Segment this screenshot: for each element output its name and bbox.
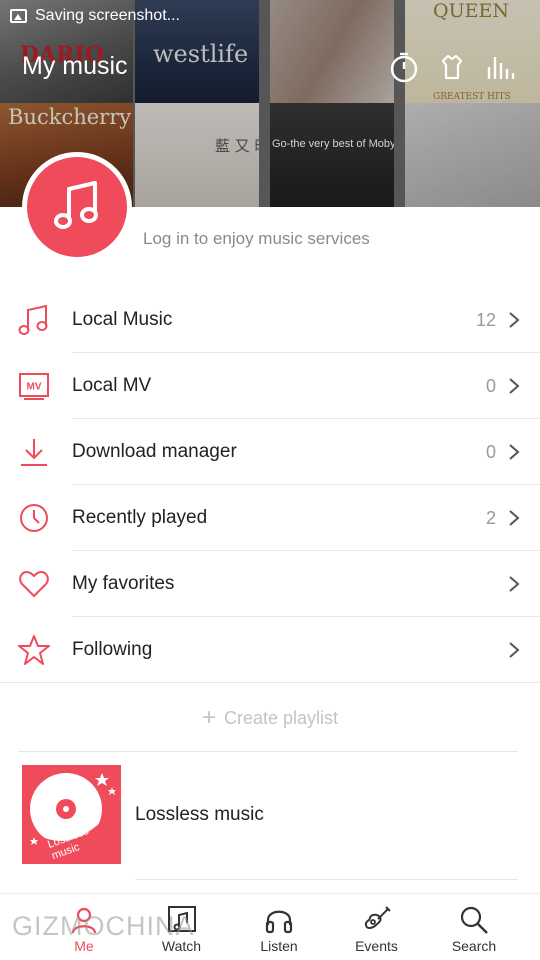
tab-search[interactable]: Search <box>428 894 520 960</box>
menu-item-label: Recently played <box>72 507 208 528</box>
tab-label: Events <box>355 938 398 954</box>
chevron-right-icon <box>508 575 540 593</box>
playlist-cover: Lossless music <box>22 765 121 864</box>
playlist-label: Lossless music <box>135 803 264 825</box>
tab-label: Search <box>451 938 497 954</box>
divider <box>135 879 518 880</box>
watermark: GIZMOCHINA <box>12 911 195 941</box>
timer-icon[interactable] <box>388 50 420 84</box>
menu-item-count: 0 <box>485 441 496 462</box>
menu-item-count: 2 <box>485 507 496 528</box>
menu-item-local-mv[interactable]: MV Local MV 0 <box>0 353 540 419</box>
top-actions <box>388 50 516 84</box>
music-note-icon <box>54 181 98 229</box>
menu-item-label: My favorites <box>72 573 175 594</box>
headphones-icon <box>264 902 294 938</box>
menu-item-label: Download manager <box>72 441 237 462</box>
tab-listen[interactable]: Listen <box>233 894 325 960</box>
equalizer-icon[interactable] <box>484 50 516 84</box>
svg-text:MV: MV <box>27 382 42 393</box>
chevron-right-icon <box>508 641 540 659</box>
image-icon <box>10 9 27 23</box>
menu-item-label: Following <box>72 639 153 660</box>
music-note-icon <box>0 287 72 353</box>
chevron-right-icon <box>508 443 540 461</box>
chevron-right-icon <box>508 377 540 395</box>
menu-item-count: 12 <box>475 309 496 330</box>
search-icon <box>459 902 489 938</box>
chevron-right-icon <box>508 509 540 527</box>
create-playlist-label: Create playlist <box>223 707 339 728</box>
menu-item-download-manager[interactable]: Download manager 0 <box>0 419 540 485</box>
playlist-item-lossless[interactable]: Lossless music Lossless music <box>22 765 264 864</box>
heart-icon <box>0 551 72 617</box>
status-bar: Saving screenshot... <box>10 7 180 25</box>
menu-item-local-music[interactable]: Local Music 12 <box>0 287 540 353</box>
guitar-icon <box>362 902 392 938</box>
clock-icon <box>0 485 72 551</box>
star-icon <box>0 617 72 683</box>
menu-item-following[interactable]: Following <box>0 617 540 683</box>
menu-item-label: Local MV <box>72 375 152 396</box>
status-text: Saving screenshot... <box>35 7 180 24</box>
mv-icon: MV <box>0 353 72 419</box>
menu-item-my-favorites[interactable]: My favorites <box>0 551 540 617</box>
create-playlist-button[interactable]: + Create playlist <box>0 688 540 748</box>
menu-item-count: 0 <box>485 375 496 396</box>
login-hint-link[interactable]: Log in to enjoy music services <box>143 229 370 249</box>
tab-label: Listen <box>260 938 298 954</box>
avatar[interactable] <box>22 152 132 262</box>
menu-item-recently-played[interactable]: Recently played 2 <box>0 485 540 551</box>
chevron-right-icon <box>508 311 540 329</box>
menu-item-label: Local Music <box>72 309 173 330</box>
tab-events[interactable]: Events <box>331 894 423 960</box>
plus-icon: + <box>201 704 216 731</box>
skin-icon[interactable] <box>436 50 468 84</box>
menu-list: Local Music 12 MV Local MV 0 Download ma… <box>0 287 540 683</box>
divider <box>18 751 518 752</box>
download-icon <box>0 419 72 485</box>
page-title: My music <box>22 52 128 80</box>
